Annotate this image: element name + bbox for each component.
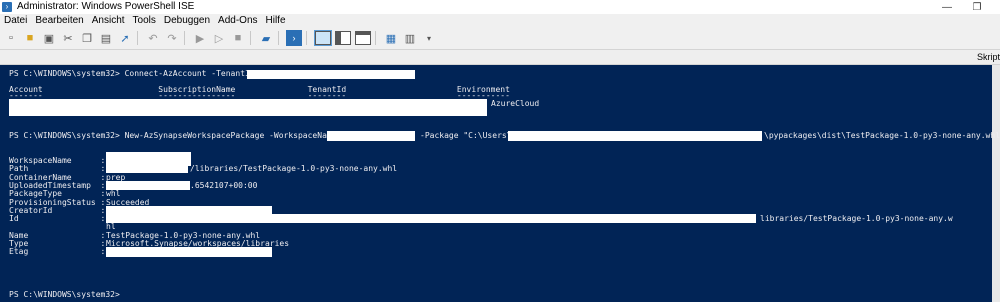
prop-value: .6542107+00:00	[190, 181, 258, 190]
console-pane[interactable]: PS C:\WINDOWS\system32> Connect-AzAccoun…	[0, 65, 1000, 302]
new-icon[interactable]: ▫	[3, 30, 19, 46]
show-script-icon[interactable]: ▦	[383, 30, 399, 46]
toolbar-separator	[375, 31, 376, 45]
powershell-icon[interactable]: ›	[286, 30, 302, 46]
paste-icon[interactable]: ▤	[98, 30, 114, 46]
redaction-id-value	[106, 214, 756, 223]
copy-icon[interactable]: ❐	[79, 30, 95, 46]
remote-icon[interactable]: ▰	[258, 30, 274, 46]
save-icon[interactable]: ▣	[41, 30, 57, 46]
redaction-user-path	[508, 131, 762, 141]
script-pane-bar: Skript	[0, 49, 1000, 65]
menu-datei[interactable]: Datei	[0, 14, 31, 27]
minimize-button[interactable]: —	[932, 0, 962, 14]
redaction-path-value	[106, 165, 188, 173]
toolbar-separator	[250, 31, 251, 45]
run-selection-icon[interactable]: ▷	[211, 30, 227, 46]
prop-value: libraries/TestPackage-1.0-py3-none-any.w	[760, 214, 953, 223]
environment-value: AzureCloud	[491, 99, 540, 108]
layout-script-top-icon[interactable]	[314, 30, 332, 46]
show-commands-icon[interactable]: ▥	[402, 30, 418, 46]
layout-script-right-icon[interactable]	[335, 31, 351, 45]
run-icon[interactable]: ▶	[192, 30, 208, 46]
redaction-workspace-name	[327, 131, 415, 141]
stop-icon[interactable]: ■	[230, 30, 246, 46]
cut-icon[interactable]: ✂	[60, 30, 76, 46]
prop-key: Id :	[9, 214, 106, 223]
menu-debuggen[interactable]: Debuggen	[160, 14, 214, 27]
redaction-account-row	[9, 99, 487, 116]
menu-bearbeiten[interactable]: Bearbeiten	[31, 14, 87, 27]
overflow-icon[interactable]: ▾	[421, 30, 437, 46]
prop-value: /libraries/TestPackage-1.0-py3-none-any.…	[190, 164, 398, 173]
toolbar-separator	[137, 31, 138, 45]
toolbar-separator	[306, 31, 307, 45]
console-line-package-path: \pypackages\dist\TestPackage-1.0-py3-non…	[764, 131, 1000, 140]
prop-key: Etag :	[9, 247, 106, 256]
console-line-package-arg: -Package "C:\Users\	[420, 131, 512, 140]
maximize-button[interactable]: ❐	[962, 0, 992, 14]
menu-bar: Datei Bearbeiten Ansicht Tools Debuggen …	[0, 14, 1000, 27]
redaction-etag	[106, 247, 272, 257]
window-title: Administrator: Windows PowerShell ISE	[17, 1, 195, 12]
toolbar: ▫ ■ ▣ ✂ ❐ ▤ ➚ ↶ ↷ ▶ ▷ ■ ▰ › ▦ ▥ ▾	[0, 27, 1000, 49]
final-prompt: PS C:\WINDOWS\system32>	[9, 290, 120, 299]
clear-icon[interactable]: ➚	[117, 30, 133, 46]
menu-hilfe[interactable]: Hilfe	[262, 14, 290, 27]
undo-icon[interactable]: ↶	[145, 30, 161, 46]
title-bar: › Administrator: Windows PowerShell ISE …	[0, 0, 1000, 14]
console-line-new-package: PS C:\WINDOWS\system32> New-AzSynapseWor…	[9, 131, 337, 140]
menu-add-ons[interactable]: Add-Ons	[214, 14, 261, 27]
toolbar-separator	[184, 31, 185, 45]
redaction-workspace-value	[106, 152, 191, 166]
powershell-app-icon: ›	[2, 2, 12, 12]
toolbar-separator	[278, 31, 279, 45]
script-pane-label[interactable]: Skript	[977, 50, 1000, 64]
console-line-connect: PS C:\WINDOWS\system32> Connect-AzAccoun…	[9, 69, 255, 78]
open-icon[interactable]: ■	[22, 30, 38, 46]
redo-icon[interactable]: ↷	[164, 30, 180, 46]
redaction-tenant-id	[247, 70, 415, 79]
layout-script-max-icon[interactable]	[355, 31, 371, 45]
menu-ansicht[interactable]: Ansicht	[88, 14, 129, 27]
menu-tools[interactable]: Tools	[129, 14, 160, 27]
console-scrollbar[interactable]	[992, 65, 1000, 302]
